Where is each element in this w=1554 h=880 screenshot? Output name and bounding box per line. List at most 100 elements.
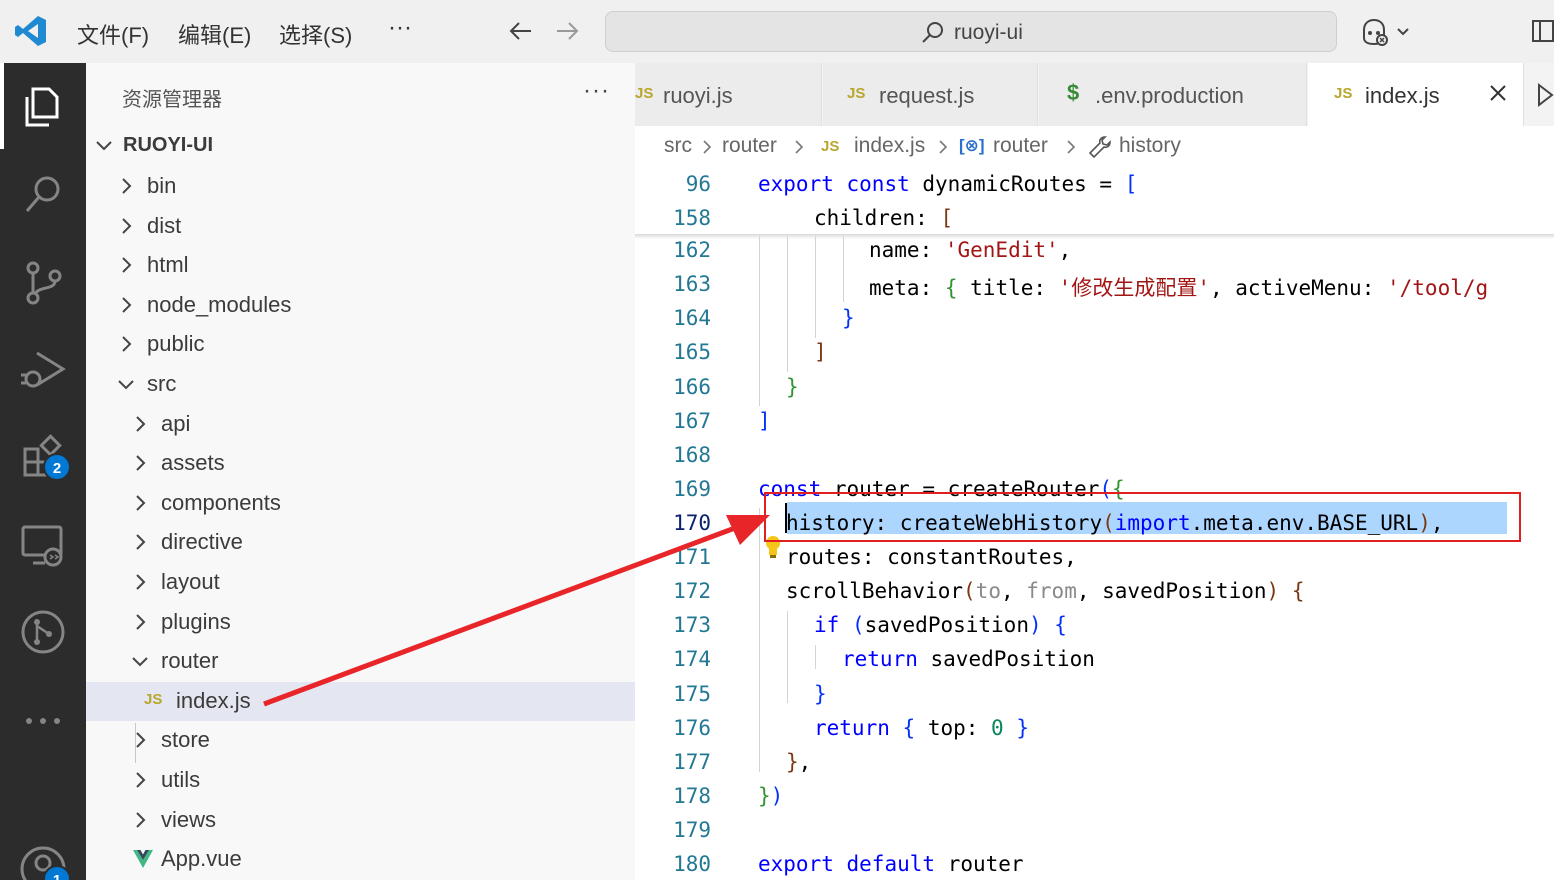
tree-file-app-vue[interactable]: App.vue — [86, 840, 635, 879]
forward-arrow-icon[interactable] — [553, 14, 583, 48]
tree-folder-directive[interactable]: directive — [86, 523, 635, 562]
tree-folder-public[interactable]: public — [86, 325, 635, 364]
code-line-172: 172 scrollBehavior(to, from, savedPositi… — [673, 579, 1305, 603]
tree-folder-node-modules[interactable]: node_modules — [86, 286, 635, 325]
tree-label: utils — [161, 767, 201, 792]
tab-ruoyi-js[interactable]: JS ruoyi.js — [635, 63, 822, 126]
chevron-down-icon — [132, 657, 148, 667]
tree-folder-html[interactable]: html — [86, 246, 635, 285]
search-activity[interactable] — [0, 151, 86, 231]
code-line-177: 177 }, — [673, 750, 812, 774]
tree-folder-src[interactable]: src — [86, 365, 635, 404]
git-graph-icon — [21, 610, 65, 654]
run-debug-activity[interactable] — [0, 325, 86, 405]
code-line-175: 175 } — [673, 682, 827, 706]
explorer-activity[interactable] — [0, 63, 86, 149]
breadcrumb-symbol-router[interactable]: router — [993, 134, 1048, 158]
chevron-right-icon — [136, 812, 146, 828]
tree-folder-api[interactable]: api — [86, 405, 635, 444]
search-icon — [25, 176, 60, 212]
copilot-icon[interactable] — [1358, 14, 1418, 50]
tree-root-ruoyi-ui[interactable]: RUOYI-UI — [86, 126, 635, 165]
more-activity[interactable] — [0, 673, 86, 753]
close-icon[interactable] — [1484, 79, 1512, 107]
js-file-icon: JS — [1334, 85, 1353, 102]
tree-label: plugins — [161, 609, 231, 634]
tab-label: .env.production — [1095, 83, 1244, 108]
editor-tabs: JS ruoyi.js JS request.js $ .env.product… — [635, 63, 1554, 126]
tree-folder-plugins[interactable]: plugins — [86, 603, 635, 642]
explorer-sidebar: 资源管理器 ··· RUOYI-UI bin dist html node_mo… — [86, 63, 635, 880]
tab-label: index.js — [1365, 83, 1440, 108]
breadcrumb-src[interactable]: src — [664, 134, 692, 158]
layout-toggle-icon[interactable] — [1530, 18, 1554, 44]
tree-folder-assets[interactable]: assets — [86, 444, 635, 483]
chevron-right-icon — [136, 534, 146, 550]
tree-folder-views[interactable]: views — [86, 801, 635, 840]
code-line-162: 162 name: 'GenEdit', — [673, 238, 1072, 262]
tree-folder-store[interactable]: store — [86, 721, 635, 760]
code-line-179: 179 — [673, 818, 711, 842]
tree-folder-dist[interactable]: dist — [86, 207, 635, 246]
sticky-line-158[interactable]: 158 children: [ — [635, 202, 1554, 236]
source-control-activity[interactable] — [0, 238, 86, 318]
run-debug-icon — [21, 351, 66, 388]
tree-label: node_modules — [147, 292, 292, 317]
tree-label: src — [147, 371, 177, 396]
menu-selection[interactable]: 选择(S) — [279, 18, 352, 50]
chevron-right-icon — [122, 178, 132, 194]
git-graph-activity[interactable] — [0, 588, 86, 668]
chevron-right-icon — [795, 140, 804, 154]
tree-label: router — [161, 648, 219, 673]
chevron-right-icon — [122, 218, 132, 234]
tab-request-js[interactable]: JS request.js — [823, 63, 1038, 126]
breadcrumb: src router JS index.js [⊗] router histor… — [635, 126, 1554, 168]
accounts-activity[interactable]: 1 — [0, 825, 86, 880]
breadcrumb-file[interactable]: index.js — [854, 134, 925, 158]
menu-more-button[interactable]: ··· — [388, 14, 412, 42]
remote-explorer-activity[interactable] — [0, 501, 86, 581]
tab-index-js[interactable]: JS index.js — [1308, 63, 1524, 126]
tree-label: bin — [147, 173, 177, 198]
sticky-line-96[interactable]: 96 export const dynamicRoutes = [ — [635, 168, 1554, 202]
breadcrumb-router-folder[interactable]: router — [722, 134, 777, 158]
tree-folder-bin[interactable]: bin — [86, 167, 635, 206]
tree-root-label: RUOYI-UI — [123, 134, 213, 156]
explorer-title: 资源管理器 — [122, 89, 222, 111]
command-center-search[interactable]: ruoyi-ui — [605, 11, 1337, 52]
annotation-highlight-box — [764, 492, 1521, 542]
tree-label: dist — [147, 213, 182, 238]
code-line-166: 166 } — [673, 375, 799, 399]
menu-edit[interactable]: 编辑(E) — [178, 18, 251, 50]
chevron-right-icon — [136, 495, 146, 511]
tree-file-index-js[interactable]: JS index.js — [86, 682, 635, 721]
more-icon — [26, 718, 60, 724]
js-file-icon: JS — [847, 85, 866, 102]
tree-folder-layout[interactable]: layout — [86, 563, 635, 602]
tree-label: api — [161, 411, 191, 436]
tree-folder-utils[interactable]: utils — [86, 761, 635, 800]
breadcrumb-history[interactable]: history — [1119, 134, 1181, 158]
tree-label: App.vue — [161, 846, 242, 871]
code-line-168: 168 — [673, 443, 711, 467]
chevron-right-icon — [122, 257, 132, 273]
run-icon[interactable] — [1535, 81, 1554, 109]
chevron-right-icon — [939, 140, 948, 154]
tree-label: html — [147, 252, 189, 277]
code-line-173: 173 if (savedPosition) { — [673, 613, 1067, 637]
remote-explorer-icon — [21, 525, 63, 567]
extensions-activity[interactable]: 2 — [0, 413, 86, 493]
tab-env-production[interactable]: $ .env.production — [1039, 63, 1307, 126]
back-arrow-icon[interactable] — [505, 14, 535, 48]
activity-bar: 2 1 — [0, 63, 86, 880]
chevron-right-icon — [136, 772, 146, 788]
menu-file[interactable]: 文件(F) — [77, 18, 149, 50]
tree-folder-router[interactable]: router — [86, 642, 635, 681]
tree-folder-components[interactable]: components — [86, 484, 635, 523]
code-line-178: 178 }) — [673, 784, 784, 808]
code-line-165: 165 ] — [673, 340, 827, 364]
js-file-icon: JS — [635, 85, 654, 102]
explorer-more-button[interactable]: ··· — [583, 77, 610, 105]
vue-file-icon — [133, 850, 153, 868]
search-text: ruoyi-ui — [954, 21, 1023, 44]
